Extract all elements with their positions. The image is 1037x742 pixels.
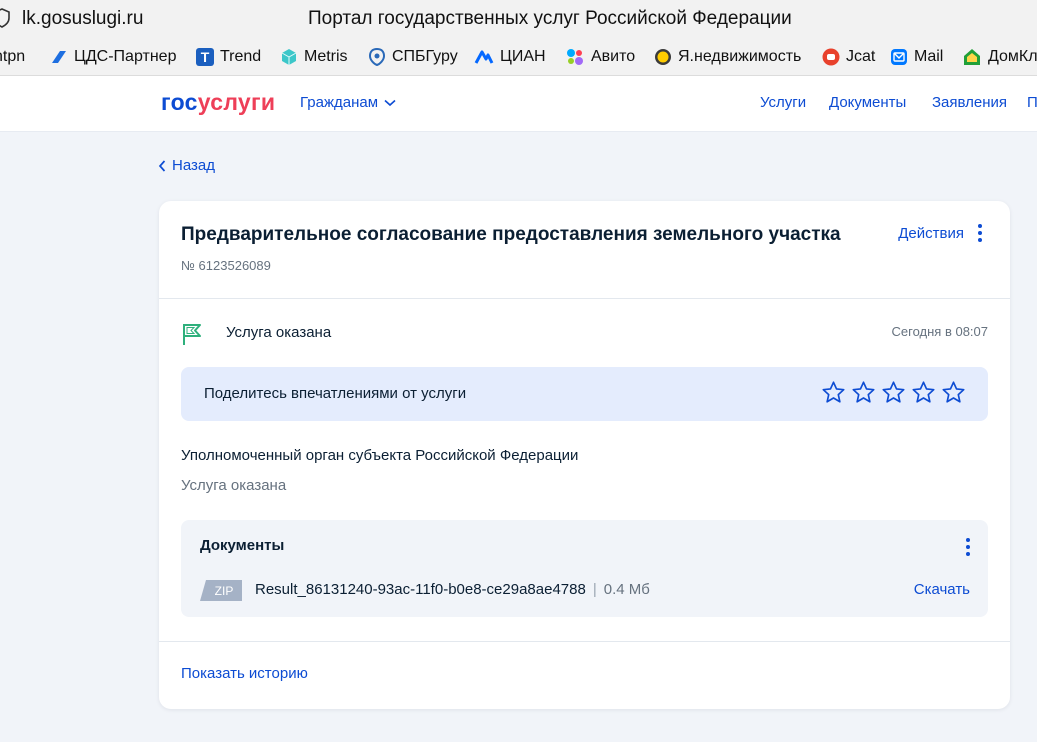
- spbguru-icon: [368, 48, 386, 66]
- bookmark-cian[interactable]: ЦИАН: [474, 48, 546, 66]
- bookmark-jcat[interactable]: Jcat: [822, 48, 875, 66]
- zip-file-icon: ZIP: [200, 580, 242, 601]
- status-row: Услуга оказана Сегодня в 08:07: [181, 322, 988, 345]
- file-separator: |: [592, 581, 597, 598]
- divider: [159, 641, 1010, 642]
- star-icon[interactable]: [941, 380, 966, 405]
- domclick-icon: [964, 49, 980, 65]
- application-number: № 6123526089: [181, 258, 271, 273]
- mail-icon: [891, 49, 907, 65]
- bookmark-metris[interactable]: Metris: [280, 48, 348, 66]
- actions-menu-button[interactable]: Действия: [898, 224, 982, 242]
- feedback-prompt: Поделитесь впечатлениями от услуги: [204, 385, 467, 402]
- avito-icon: [567, 49, 583, 65]
- divider: [159, 298, 1010, 299]
- audience-label: Гражданам: [300, 94, 379, 111]
- bookmark-label: Авито: [591, 48, 636, 65]
- flag-icon: [183, 324, 201, 345]
- audience-dropdown[interactable]: Гражданам: [300, 94, 396, 111]
- bookmark-mail[interactable]: Mail: [890, 48, 943, 66]
- chevron-down-icon: [384, 99, 396, 106]
- star-icon[interactable]: [821, 380, 846, 405]
- metris-icon: [281, 49, 297, 65]
- status-label: Услуга оказана: [226, 324, 332, 341]
- nav-applications[interactable]: Заявления: [932, 94, 1007, 111]
- cds-partner-icon: [52, 51, 66, 63]
- bookmark-avito[interactable]: Авито: [565, 48, 635, 66]
- bookmark-label: Metris: [304, 48, 348, 65]
- bookmark-label: ntpn: [0, 48, 26, 65]
- bookmark-ntpn[interactable]: ntpn: [0, 48, 25, 66]
- logo-part-2: услуги: [197, 89, 276, 115]
- logo-part-1: гос: [161, 89, 198, 115]
- bookmark-spbguru[interactable]: СПБГуру: [368, 48, 458, 66]
- file-type-label: ZIP: [215, 584, 234, 598]
- documents-kebab-menu-icon[interactable]: [966, 538, 970, 556]
- chevron-left-icon: [158, 159, 166, 172]
- document-file[interactable]: Result_86131240-93ac-11f0-b0e8-ce29a8ae4…: [255, 581, 650, 598]
- browser-title-bar: lk.gosuslugi.ru Портал государственных у…: [0, 0, 1037, 38]
- gosuslugi-logo[interactable]: госуслуги: [161, 89, 275, 116]
- bookmark-trend[interactable]: T Trend: [196, 48, 261, 66]
- trend-icon: T: [196, 48, 214, 66]
- jcat-icon: [822, 48, 840, 66]
- bookmark-label: СПБГуру: [392, 48, 458, 65]
- star-icon[interactable]: [911, 380, 936, 405]
- nav-more-truncated[interactable]: П: [1027, 94, 1037, 111]
- bookmark-label: Я.недвижимость: [678, 48, 802, 65]
- bookmark-label: ЦИАН: [500, 48, 546, 65]
- bookmark-label: ЦДС-Партнер: [74, 48, 177, 65]
- bookmark-label: Jcat: [846, 48, 876, 65]
- application-title: Предварительное согласование предоставле…: [181, 224, 841, 245]
- organization-status: Услуга оказана: [181, 477, 287, 494]
- site-header: госуслуги Гражданам Услуги Документы Зая…: [0, 76, 1037, 132]
- file-size: 0.4 Мб: [603, 581, 650, 598]
- star-icon[interactable]: [851, 380, 876, 405]
- nav-documents[interactable]: Документы: [829, 94, 906, 111]
- feedback-banner: Поделитесь впечатлениями от услуги: [181, 367, 988, 421]
- status-timestamp: Сегодня в 08:07: [891, 324, 988, 339]
- bookmark-yandex-realty[interactable]: Я.недвижимость: [654, 48, 801, 66]
- file-name: Result_86131240-93ac-11f0-b0e8-ce29a8ae4…: [255, 581, 586, 598]
- download-link[interactable]: Скачать: [914, 581, 970, 598]
- star-icon[interactable]: [881, 380, 906, 405]
- cian-icon: [474, 50, 494, 64]
- window-title: Портал государственных услуг Российской …: [308, 8, 792, 29]
- kebab-menu-icon: [978, 224, 982, 242]
- site-info-shield-icon[interactable]: [0, 8, 10, 28]
- address-bar-url[interactable]: lk.gosuslugi.ru: [22, 8, 143, 30]
- bookmark-label: Trend: [220, 48, 262, 65]
- bookmark-domclick[interactable]: ДомКл: [962, 48, 1037, 66]
- application-card: Предварительное согласование предоставле…: [159, 201, 1010, 709]
- documents-title: Документы: [200, 537, 285, 554]
- documents-panel: Документы ZIP Result_86131240-93ac-11f0-…: [181, 520, 988, 617]
- bookmark-label: ДомКл: [988, 48, 1037, 65]
- bookmark-label: Mail: [914, 48, 944, 65]
- organization-name: Уполномоченный орган субъекта Российской…: [181, 447, 579, 464]
- back-link[interactable]: Назад: [158, 157, 215, 174]
- bookmark-cds-partner[interactable]: ЦДС-Партнер: [50, 48, 176, 66]
- star-rating: [821, 380, 966, 405]
- actions-label: Действия: [898, 224, 964, 242]
- bookmarks-bar: ntpn ЦДС-Партнер T Trend Metris СПБГуру …: [0, 38, 1037, 76]
- show-history-link[interactable]: Показать историю: [181, 665, 308, 682]
- back-label: Назад: [172, 157, 215, 174]
- nav-services[interactable]: Услуги: [760, 94, 806, 111]
- yandex-realty-icon: [655, 49, 671, 65]
